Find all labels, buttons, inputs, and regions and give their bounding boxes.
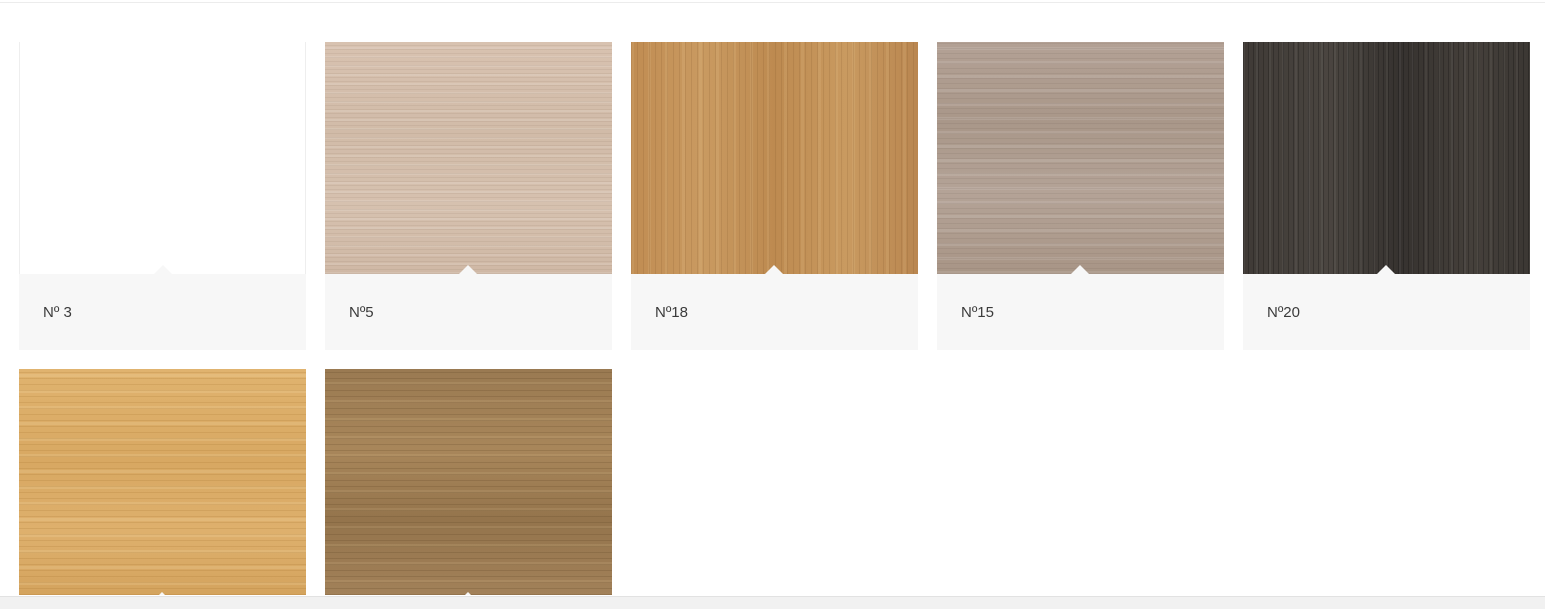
swatch-label: Nº20 [1243, 274, 1530, 350]
pointer-notch [153, 265, 173, 274]
swatch-grid: Nº 3 Nº5 Nº18 Nº15 Nº20 [19, 42, 1530, 595]
top-divider [0, 0, 1545, 3]
pointer-notch [458, 592, 478, 595]
light-ash-wood-icon [325, 42, 612, 274]
swatch-card-no5[interactable]: Nº5 [325, 42, 612, 350]
pointer-notch [764, 265, 784, 274]
swatch-label: Nº 3 [19, 274, 306, 350]
bottom-scroll-bar[interactable] [0, 596, 1545, 609]
swatch-card-no20[interactable]: Nº20 [1243, 42, 1530, 350]
swatch-card-honey-oak[interactable] [19, 369, 306, 595]
pointer-notch [152, 592, 172, 595]
honey-oak-wood-icon [19, 369, 306, 595]
brown-oak-wood-icon [325, 369, 612, 595]
dark-oak-wood-icon [1243, 42, 1530, 274]
swatch-label: Nº5 [325, 274, 612, 350]
pointer-notch [1376, 265, 1396, 274]
white-wood-icon [19, 42, 306, 274]
swatch-card-no15[interactable]: Nº15 [937, 42, 1224, 350]
swatch-card-brown-oak[interactable] [325, 369, 612, 595]
swatch-card-no3[interactable]: Nº 3 [19, 42, 306, 350]
natural-oak-wood-icon [631, 42, 918, 274]
swatch-label: Nº18 [631, 274, 918, 350]
grey-oak-wood-icon [937, 42, 1224, 274]
swatch-card-no18[interactable]: Nº18 [631, 42, 918, 350]
swatch-label: Nº15 [937, 274, 1224, 350]
pointer-notch [458, 265, 478, 274]
pointer-notch [1070, 265, 1090, 274]
